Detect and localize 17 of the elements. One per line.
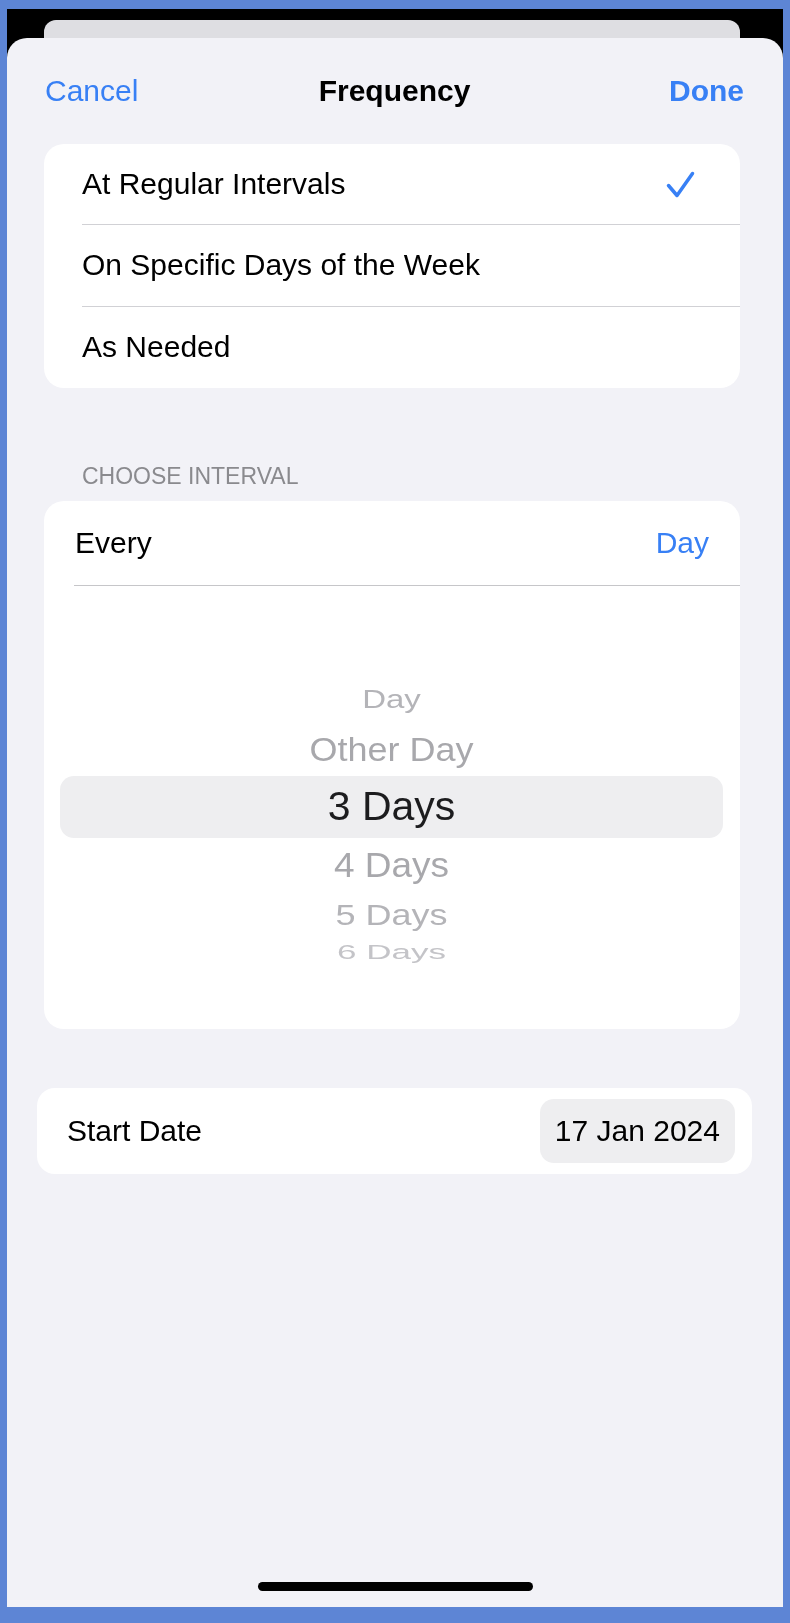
picker-item[interactable]: 5 Days [335, 899, 448, 930]
cancel-button[interactable]: Cancel [45, 73, 139, 109]
date-button[interactable]: 17 Jan 2024 [539, 1099, 735, 1163]
section-header: CHOOSE INTERVAL [82, 463, 299, 489]
frequency-option[interactable]: At Regular Intervals [82, 144, 740, 226]
done-button[interactable]: Done [669, 73, 744, 109]
interval-value[interactable]: Day [655, 526, 709, 560]
frequency-option[interactable]: On Specific Days of the Week [82, 225, 740, 307]
frequency-option[interactable]: As Needed [82, 306, 740, 388]
every-label: Every [75, 526, 152, 560]
sheet-title: Frequency [318, 73, 471, 109]
picker-item[interactable]: 3 Days [327, 785, 456, 829]
picker-item[interactable]: 4 Days [333, 846, 450, 885]
picker-item[interactable]: Other Day [309, 732, 474, 767]
picker-item[interactable]: 6 Days [337, 941, 446, 963]
start-date-label: Start Date [67, 1114, 203, 1148]
picker-item[interactable]: Day [362, 685, 421, 713]
